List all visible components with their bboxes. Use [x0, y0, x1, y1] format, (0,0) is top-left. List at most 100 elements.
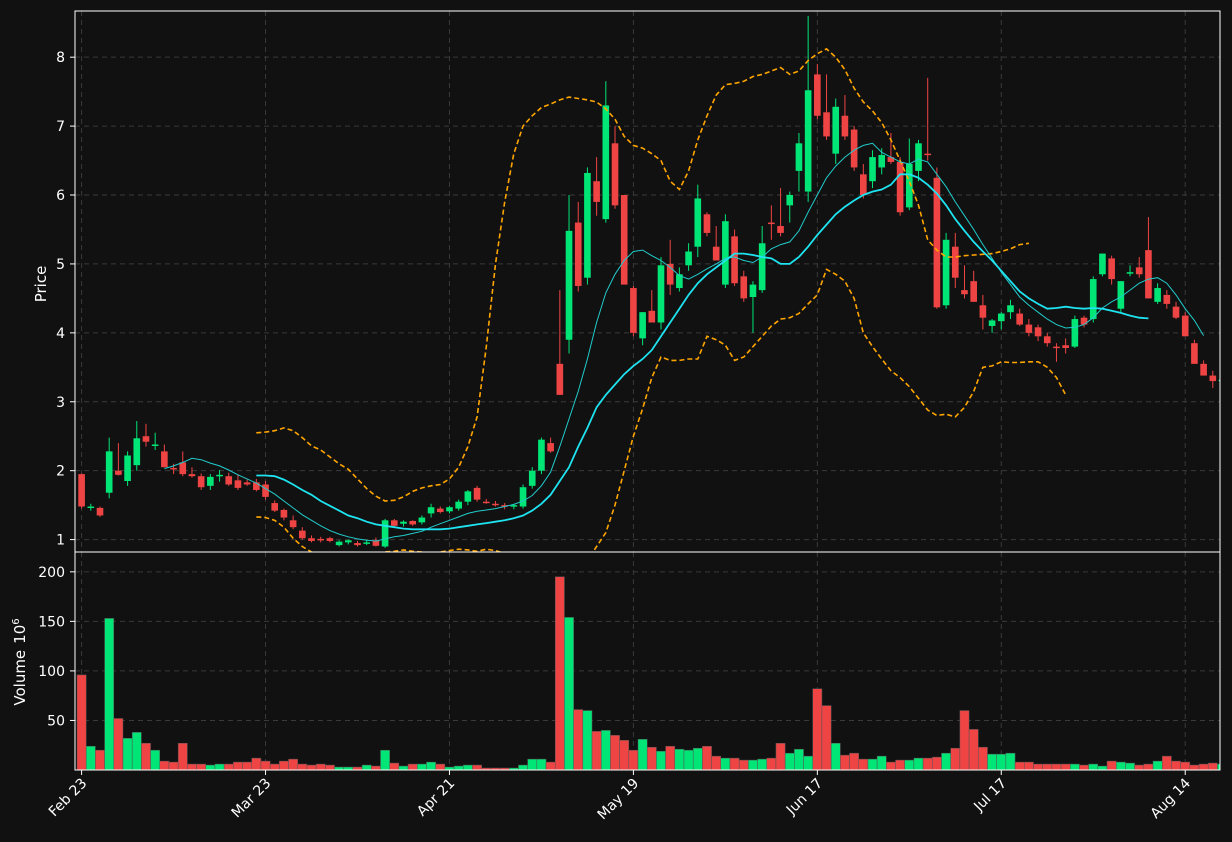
- candle-body: [777, 226, 784, 233]
- volume-bar: [95, 749, 105, 770]
- volume-bar: [748, 759, 758, 770]
- volume-bar: [113, 718, 124, 770]
- stock-chart: 1 2 3 4 5 6 7 8 50 100 150 200 Feb 23 Mar 23 Apr 21 Ma…: [11, 10, 1221, 823]
- volume-bar: [435, 763, 446, 770]
- candle-body: [685, 251, 692, 266]
- volume-bar: [692, 747, 703, 770]
- candle-body: [814, 74, 821, 116]
- x-tick-label: Aug 14: [1148, 775, 1194, 821]
- candle-body: [161, 451, 168, 468]
- candle-body: [722, 221, 729, 285]
- volume-bar: [968, 729, 979, 770]
- volume-bar: [141, 742, 151, 770]
- candle-body: [841, 115, 849, 137]
- volume-bar: [1097, 765, 1108, 770]
- x-tick-label: Mar 23: [229, 776, 275, 822]
- candle-body: [896, 161, 904, 213]
- candle-body: [317, 538, 325, 541]
- candle-body: [712, 246, 720, 261]
- candle-body: [335, 541, 343, 546]
- candle-body: [299, 530, 306, 539]
- candle-body: [207, 476, 214, 486]
- volume-bar: [766, 757, 777, 770]
- volume-tick-label: 100: [38, 664, 65, 680]
- volume-bar: [591, 731, 602, 770]
- volume-bar: [297, 763, 308, 770]
- candle-body: [657, 265, 665, 323]
- volume-bar: [610, 735, 620, 770]
- volume-bar: [527, 758, 538, 770]
- volume-panel: 50 100 150 200 Feb 23 Mar 23 Apr 21 May 19 Jun 1…: [38, 551, 1221, 823]
- volume-bar: [426, 761, 436, 770]
- volume-bar: [1125, 762, 1135, 770]
- candle-body: [234, 480, 242, 488]
- candle-body: [915, 143, 922, 171]
- volume-bar: [573, 709, 584, 770]
- volume-bar: [371, 765, 381, 770]
- volume-bar: [1060, 763, 1071, 770]
- volume-bar: [389, 762, 400, 770]
- candle-body: [749, 284, 757, 298]
- candle-body: [988, 320, 996, 326]
- volume-bar: [683, 749, 694, 770]
- price-tick-label: 2: [56, 464, 65, 480]
- candle-body: [96, 507, 104, 516]
- candle-body: [344, 540, 352, 543]
- candle-body: [942, 239, 950, 306]
- candle-body: [87, 506, 95, 509]
- volume-bar: [398, 765, 409, 770]
- price-panel: 1 2 3 4 5 6 7 8: [56, 10, 1221, 553]
- candle-body: [482, 501, 490, 504]
- volume-bar: [251, 757, 262, 770]
- moving-average-slow-line: [256, 173, 1149, 531]
- candle-body: [188, 474, 196, 477]
- volume-bar: [941, 752, 951, 770]
- candle-body: [1209, 375, 1217, 382]
- volume-bar: [582, 710, 593, 770]
- candle-body: [400, 521, 407, 524]
- candle-body: [225, 476, 233, 485]
- volume-bar: [996, 753, 1007, 770]
- candle-body: [492, 503, 499, 506]
- price-tick-label: 7: [56, 119, 65, 135]
- volume-bar: [205, 764, 216, 770]
- candle-body: [1126, 272, 1134, 274]
- volume-bar: [803, 755, 813, 770]
- volume-bar: [904, 759, 915, 770]
- volume-axis-label-power: 6: [11, 618, 22, 624]
- candle-body: [151, 444, 159, 446]
- volume-bar: [306, 764, 317, 770]
- price-tick-label: 3: [56, 395, 65, 411]
- volume-bar: [1180, 761, 1191, 770]
- volume-bar: [1115, 761, 1126, 770]
- candle-body: [832, 106, 840, 154]
- volume-bar: [637, 739, 648, 770]
- candle-body: [823, 112, 830, 137]
- candle-body: [271, 503, 279, 511]
- volume-bar: [1033, 763, 1043, 770]
- volume-bar: [104, 618, 115, 770]
- volume-tick-label: 150: [38, 614, 65, 630]
- candle-body: [133, 438, 141, 466]
- volume-axis-label-text: Volume: [11, 650, 29, 706]
- volume-bar: [196, 763, 207, 770]
- volume-bar: [417, 763, 427, 770]
- candle-body: [878, 155, 886, 168]
- price-axis-label: Price: [32, 266, 50, 303]
- volume-bar: [472, 764, 482, 770]
- candle-body: [142, 436, 150, 442]
- volume-bar: [922, 757, 933, 770]
- volume-bar: [1024, 761, 1034, 770]
- volume-axis-label-base: 10: [11, 625, 29, 644]
- price-tick-label: 4: [56, 326, 65, 342]
- candle-body: [418, 517, 426, 523]
- volume-panel-frame: [74, 551, 1221, 771]
- volume-bar: [269, 763, 280, 770]
- candle-body: [620, 195, 628, 285]
- volume-bar: [85, 745, 96, 770]
- volume-bar: [1189, 764, 1200, 770]
- candle-body: [363, 542, 371, 544]
- volume-bar: [1198, 763, 1209, 770]
- volume-bar: [76, 674, 87, 770]
- candle-body: [354, 543, 361, 546]
